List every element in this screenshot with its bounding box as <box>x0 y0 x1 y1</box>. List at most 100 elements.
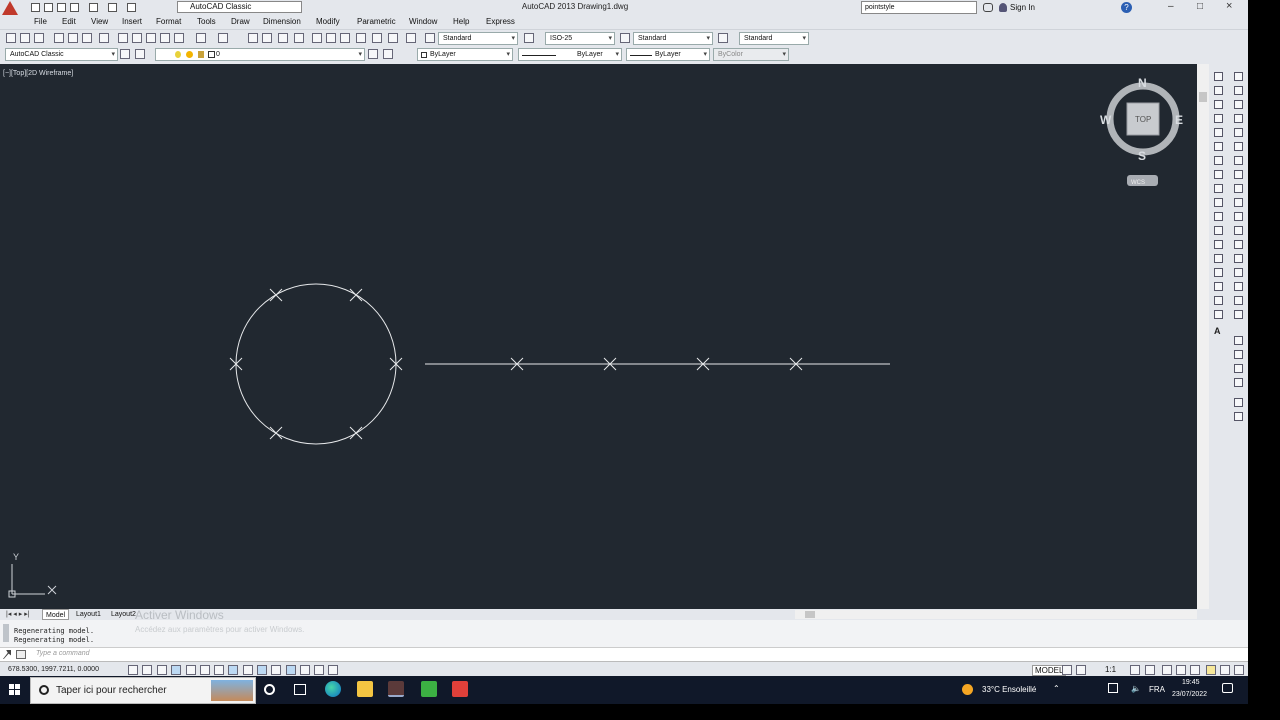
layer-properties-icon[interactable] <box>135 49 145 59</box>
copy-icon[interactable] <box>132 33 142 43</box>
pan-icon[interactable] <box>248 33 258 43</box>
lock-ui-icon[interactable] <box>1176 665 1186 675</box>
compass-e[interactable]: E <box>1175 113 1183 127</box>
help-search-input[interactable]: pointstyle <box>861 1 977 14</box>
cut-icon[interactable] <box>118 33 128 43</box>
green-app-icon[interactable] <box>421 681 437 697</box>
construction-line-icon[interactable] <box>1214 86 1223 95</box>
workspace-switching-icon[interactable] <box>1162 665 1172 675</box>
chamfer-icon[interactable] <box>1234 268 1243 277</box>
rotate-icon[interactable] <box>1234 156 1243 165</box>
transparency-icon[interactable] <box>286 665 296 675</box>
volume-icon[interactable]: 🔈 <box>1131 684 1141 693</box>
autocad-taskbar-icon[interactable] <box>388 681 404 697</box>
menu-tools[interactable]: Tools <box>197 17 216 26</box>
save-icon[interactable] <box>34 33 44 43</box>
quickcalc-icon[interactable] <box>388 33 398 43</box>
tab-nav-arrows[interactable]: |◂ ◂ ▸ ▸| <box>6 610 30 618</box>
taskbar-search[interactable]: Taper ici pour rechercher <box>30 677 256 704</box>
redo-icon[interactable] <box>218 33 228 43</box>
menu-dimension[interactable]: Dimension <box>263 17 301 26</box>
language-indicator[interactable]: FRA <box>1149 685 1165 694</box>
widgets-icon[interactable] <box>294 684 306 695</box>
command-window-grip[interactable] <box>3 624 9 642</box>
markup-icon[interactable] <box>372 33 382 43</box>
ellipse-icon[interactable] <box>1214 198 1223 207</box>
table-style-select[interactable]: Standard <box>633 32 713 45</box>
join-icon[interactable] <box>1234 254 1243 263</box>
tab-model[interactable]: Model <box>42 609 70 620</box>
quick-properties-icon[interactable] <box>300 665 310 675</box>
close-button[interactable]: × <box>1226 0 1232 12</box>
polygon-icon[interactable] <box>1214 114 1223 123</box>
draworder-icon[interactable] <box>1234 336 1243 345</box>
tray-chevron-icon[interactable]: ⌃ <box>1053 684 1060 693</box>
sheet-set-icon[interactable] <box>356 33 366 43</box>
minimize-button[interactable]: – <box>1168 1 1174 12</box>
menu-parametric[interactable]: Parametric <box>357 17 396 26</box>
offset-icon[interactable] <box>1234 114 1243 123</box>
ellipse-arc-icon[interactable] <box>1214 212 1223 221</box>
status-menu-icon[interactable] <box>1220 665 1230 675</box>
break-icon[interactable] <box>1234 240 1243 249</box>
block-editor-icon[interactable] <box>174 33 184 43</box>
polyline-icon[interactable] <box>1214 100 1223 109</box>
vertical-scrollbar[interactable] <box>1197 64 1209 609</box>
annotation-monitor-icon[interactable] <box>328 665 338 675</box>
file-explorer-app-icon[interactable] <box>357 681 373 697</box>
clock-date[interactable]: 23/07/2022 <box>1172 691 1207 698</box>
clean-screen-icon[interactable] <box>1234 665 1244 675</box>
table-icon[interactable] <box>1214 310 1223 319</box>
annotation-scale[interactable]: 1:1 <box>1105 665 1116 674</box>
mtext-icon[interactable]: A <box>1214 326 1223 336</box>
coordinates-readout[interactable]: 678.5300, 1997.7211, 0.0000 <box>8 666 99 673</box>
move-icon[interactable] <box>1234 142 1243 151</box>
maximize-button[interactable]: □ <box>1197 1 1203 12</box>
network-icon[interactable] <box>1108 683 1118 693</box>
zoom-previous-icon[interactable] <box>294 33 304 43</box>
scroll-thumb[interactable] <box>1199 92 1207 102</box>
grid-display-icon[interactable] <box>157 665 167 675</box>
object-snap-icon[interactable] <box>200 665 210 675</box>
workspace-settings-icon[interactable] <box>120 49 130 59</box>
menu-modify[interactable]: Modify <box>316 17 340 26</box>
draworder-under-icon[interactable] <box>1234 378 1243 387</box>
text-front-icon[interactable] <box>1234 398 1243 407</box>
menu-draw[interactable]: Draw <box>231 17 250 26</box>
extend-icon[interactable] <box>1234 212 1243 221</box>
viewcube[interactable] <box>1106 82 1180 186</box>
compass-s[interactable]: S <box>1138 149 1146 163</box>
menu-file[interactable]: File <box>34 17 47 26</box>
menu-edit[interactable]: Edit <box>62 17 76 26</box>
draworder-above-icon[interactable] <box>1234 364 1243 373</box>
red-app-icon[interactable] <box>452 681 468 697</box>
weather-sun-icon[interactable] <box>962 684 973 695</box>
circle-icon[interactable] <box>1214 156 1223 165</box>
dim-style-select[interactable]: ISO-25 <box>545 32 615 45</box>
draworder-back-icon[interactable] <box>1234 350 1243 359</box>
snap-mode-icon[interactable] <box>142 665 152 675</box>
blend-icon[interactable] <box>1234 296 1243 305</box>
menu-insert[interactable]: Insert <box>122 17 142 26</box>
array-icon[interactable] <box>1234 128 1243 137</box>
task-view-icon[interactable] <box>264 684 275 695</box>
plot-icon[interactable] <box>54 33 64 43</box>
open-icon[interactable] <box>20 33 30 43</box>
quick-view-drawings-icon[interactable] <box>1076 665 1086 675</box>
properties-icon[interactable] <box>312 33 322 43</box>
menu-format[interactable]: Format <box>156 17 181 26</box>
selection-cycling-icon[interactable] <box>314 665 324 675</box>
mirror-icon[interactable] <box>1234 100 1243 109</box>
plot-preview-icon[interactable] <box>68 33 78 43</box>
spline-icon[interactable] <box>1214 184 1223 193</box>
tab-layout1[interactable]: Layout1 <box>73 609 104 620</box>
notifications-icon[interactable] <box>1222 683 1233 693</box>
point-icon[interactable] <box>1214 254 1223 263</box>
ortho-mode-icon[interactable] <box>171 665 181 675</box>
dim-style-icon[interactable] <box>524 33 534 43</box>
publish-icon[interactable] <box>82 33 92 43</box>
polar-tracking-icon[interactable] <box>186 665 196 675</box>
zoom-window-icon[interactable] <box>278 33 288 43</box>
table-style-icon[interactable] <box>620 33 630 43</box>
undo-icon[interactable] <box>196 33 206 43</box>
